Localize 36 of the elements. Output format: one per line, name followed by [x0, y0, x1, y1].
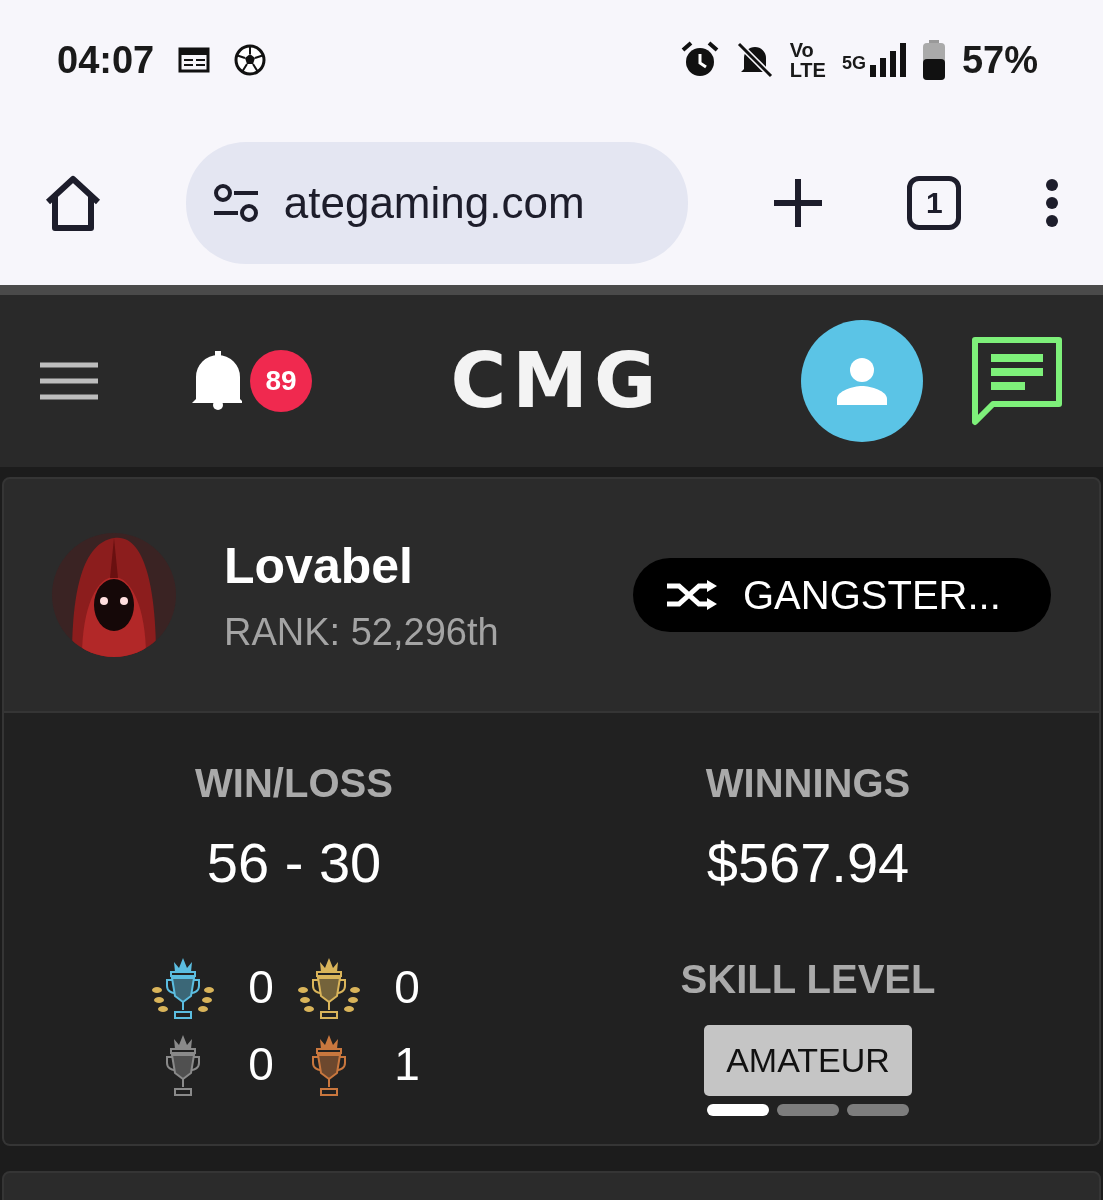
winnings-label: WINNINGS [705, 760, 911, 807]
tab-count[interactable]: 1 [907, 175, 962, 230]
site-settings-icon[interactable] [211, 182, 260, 223]
menu-icon[interactable] [40, 361, 98, 401]
battery-percentage: 57% [961, 37, 1038, 83]
soccer-ball-icon [234, 44, 267, 76]
signal-icon [869, 43, 906, 77]
logo[interactable]: CMG [450, 343, 663, 419]
skill-level-label: SKILL LEVEL [680, 956, 936, 1003]
url-text: ategaming.com [283, 176, 585, 229]
network-label: 5G [841, 52, 866, 75]
trophy-count: 0 [247, 960, 275, 1015]
lte-label: LTE [789, 60, 826, 80]
muted-bell-icon [735, 41, 774, 79]
rank-text: RANK: 52,296th [224, 610, 499, 655]
person-icon [837, 357, 887, 405]
shuffle-icon [667, 580, 719, 610]
win-loss-label: WIN/LOSS [195, 760, 393, 807]
volte-label: Vo [789, 40, 815, 60]
trophy-count: 0 [393, 960, 421, 1015]
notification-badge: 89 [250, 350, 312, 412]
title-button[interactable]: GANGSTER... [633, 558, 1051, 632]
battery-icon [921, 40, 946, 80]
skill-level-tag: AMATEUR [704, 1025, 912, 1096]
winnings-amount: $567.94 [706, 830, 910, 896]
trophy-count: 1 [393, 1037, 421, 1092]
trophy-count: 0 [247, 1037, 275, 1092]
chat-icon[interactable] [971, 336, 1063, 426]
calendar-icon [178, 46, 211, 74]
win-loss-record: 56 - 30 [206, 830, 382, 896]
username: Lovabel [224, 537, 414, 596]
more-options-icon[interactable] [1045, 177, 1059, 228]
home-icon[interactable] [44, 174, 102, 231]
address-bar[interactable]: ategaming.com [185, 141, 688, 264]
clock-time: 04:07 [57, 37, 155, 83]
plus-icon[interactable] [771, 176, 824, 229]
